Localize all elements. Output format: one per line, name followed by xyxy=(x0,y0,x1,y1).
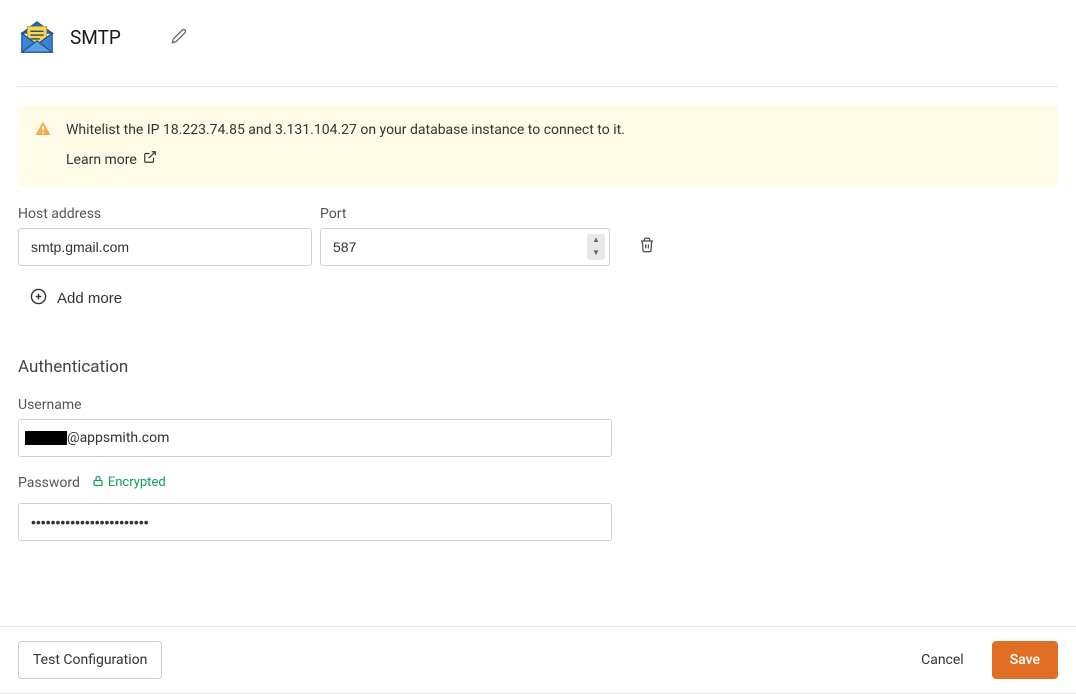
port-label: Port xyxy=(320,206,610,222)
learn-more-label: Learn more xyxy=(66,149,137,171)
username-input[interactable]: @appsmith.com xyxy=(18,419,612,457)
username-suffix: @appsmith.com xyxy=(67,430,169,446)
authentication-heading: Authentication xyxy=(18,357,1058,377)
chevron-up-icon: ▲ xyxy=(592,236,600,244)
save-button[interactable]: Save xyxy=(992,641,1058,679)
external-link-icon xyxy=(143,149,157,171)
pencil-icon xyxy=(171,28,187,47)
page-title: SMTP xyxy=(70,26,121,49)
cancel-button[interactable]: Cancel xyxy=(907,641,978,679)
whitelist-callout: Whitelist the IP 18.223.74.85 and 3.131.… xyxy=(18,105,1058,186)
trash-icon xyxy=(639,237,655,256)
add-more-button[interactable]: Add more xyxy=(18,280,134,317)
port-stepper: ▲ ▼ xyxy=(587,234,605,260)
username-label: Username xyxy=(18,397,612,413)
password-label: Password xyxy=(18,475,80,491)
warning-icon xyxy=(34,120,52,172)
port-input[interactable] xyxy=(320,228,610,266)
host-address-label: Host address xyxy=(18,206,312,222)
plus-circle-icon xyxy=(30,288,47,309)
add-more-label: Add more xyxy=(57,290,122,307)
password-input[interactable] xyxy=(18,503,612,541)
callout-text: Whitelist the IP 18.223.74.85 and 3.131.… xyxy=(66,119,625,141)
chevron-down-icon: ▼ xyxy=(592,249,600,257)
host-address-input[interactable] xyxy=(18,228,312,266)
lock-icon xyxy=(92,475,104,491)
delete-endpoint-button[interactable] xyxy=(628,228,666,266)
port-step-down-button[interactable]: ▼ xyxy=(587,247,605,260)
footer-bar: Test Configuration Cancel Save xyxy=(0,626,1076,694)
encrypted-badge: Encrypted xyxy=(92,475,166,491)
smtp-envelope-icon xyxy=(18,18,56,56)
encrypted-label-text: Encrypted xyxy=(108,475,166,490)
edit-title-button[interactable] xyxy=(165,23,193,51)
port-step-up-button[interactable]: ▲ xyxy=(587,234,605,247)
page-header: SMTP xyxy=(18,18,1058,87)
learn-more-link[interactable]: Learn more xyxy=(66,149,157,171)
username-redacted-prefix xyxy=(25,431,67,445)
test-configuration-button[interactable]: Test Configuration xyxy=(18,641,162,679)
